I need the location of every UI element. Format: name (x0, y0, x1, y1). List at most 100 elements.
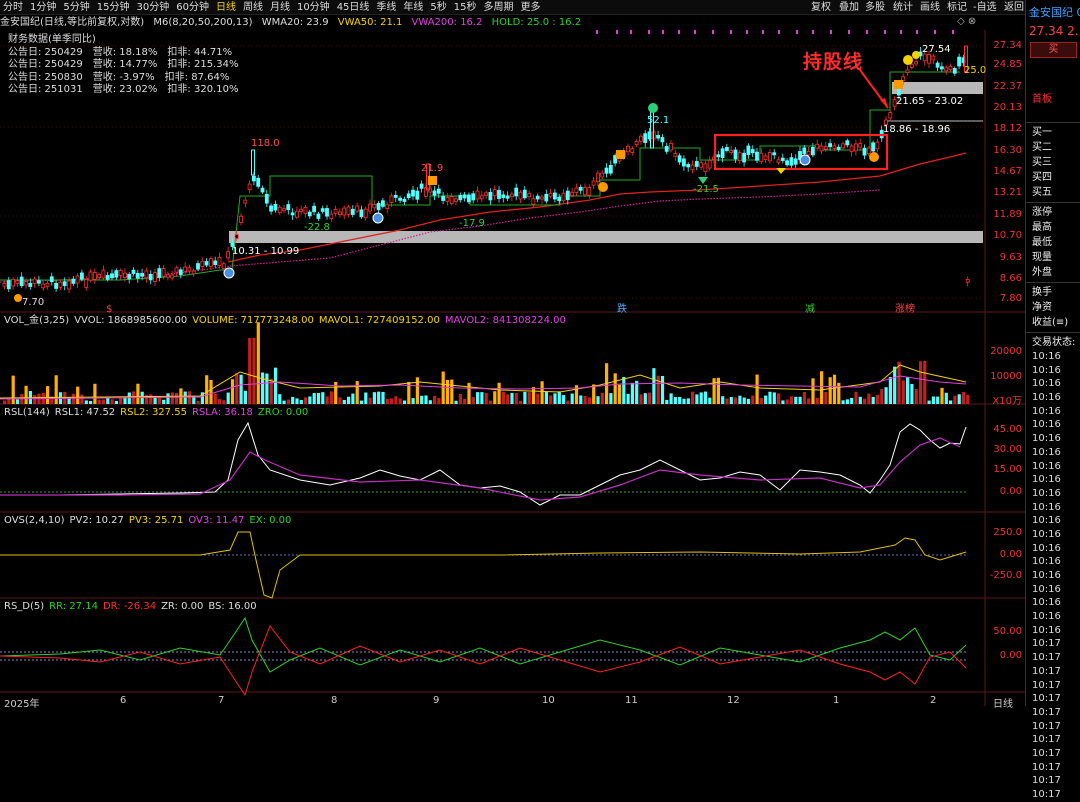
period-tab[interactable]: 季线 (373, 0, 400, 15)
period-tab[interactable]: 月线 (267, 0, 294, 15)
period-tab[interactable]: 1分钟 (27, 0, 60, 15)
candle-body (88, 271, 93, 281)
event-fall[interactable]: 跌 (617, 302, 627, 315)
period-tab[interactable]: 周线 (240, 0, 267, 15)
chart-controls[interactable]: ◇ ⊗ (957, 16, 976, 27)
candle-body (24, 281, 28, 286)
volume-bar (252, 338, 256, 404)
y-tick: 8.66 (999, 273, 1022, 284)
volume-bar (910, 383, 914, 404)
buy-button[interactable]: 买 (1030, 42, 1077, 58)
candle-body (359, 209, 364, 218)
volume-bar (746, 398, 751, 404)
volume-bar (209, 379, 213, 404)
candle-body (957, 56, 961, 67)
candle-body (432, 190, 437, 196)
tick-time: 10:16 (1032, 487, 1061, 499)
event-reduce[interactable]: 减 (805, 303, 815, 315)
volume-bar (729, 397, 733, 404)
quote-stat: 涨停 (1032, 207, 1052, 218)
ma-params[interactable]: M6(8,20,50,200,13) (153, 17, 252, 28)
toolbar-action[interactable]: -自选 (970, 0, 1001, 15)
top-marker (900, 30, 902, 34)
volume-bar (256, 322, 260, 404)
candle-body (337, 211, 342, 215)
top-marker (694, 30, 696, 34)
candle-body (350, 208, 355, 215)
wma20-value: WMA20: 23.9 (261, 17, 329, 28)
toolbar-action[interactable]: 复权 (808, 0, 835, 15)
candle-body (596, 172, 600, 183)
vol-panel-title: VOL_金(3,25) VVOL: 1868985600.00 VOLUME: 71… (4, 315, 566, 326)
toolbar-action[interactable]: 画线 (917, 0, 944, 15)
candle-body (393, 194, 398, 198)
candle-body (178, 269, 183, 275)
x-tick: 2025年 (4, 699, 40, 710)
period-tab[interactable]: 15分钟 (94, 0, 134, 15)
volume-bar (364, 392, 368, 404)
volume-bar (76, 386, 80, 404)
candle-body (634, 141, 639, 145)
volume-bar (923, 360, 927, 404)
volume-bar (802, 392, 806, 404)
candle-body (475, 190, 480, 200)
x-tick: 7 (218, 695, 225, 706)
candle-body (294, 210, 299, 218)
ovs-tick-0: 0.00 (999, 549, 1022, 560)
period-tab[interactable]: 30分钟 (133, 0, 173, 15)
tick-time: 10:16 (1032, 364, 1061, 376)
y-tick: 20.13 (993, 102, 1022, 113)
volume-bar (97, 399, 101, 404)
candle-body (858, 143, 863, 148)
period-tab[interactable]: 5分钟 (60, 0, 93, 15)
toolbar-action[interactable]: 多股 (862, 0, 889, 15)
volume-bar (566, 400, 570, 404)
toolbar-action[interactable]: 统计 (890, 0, 917, 15)
tick-time: 10:17 (1032, 720, 1061, 732)
period-tab[interactable]: 更多 (518, 0, 545, 15)
toolbar-action[interactable]: 返回 (1001, 0, 1028, 15)
candle-body (535, 195, 540, 200)
volume-bar (884, 387, 888, 404)
toolbar-action[interactable]: 标记 (944, 0, 971, 15)
period-tab[interactable]: 年线 (400, 0, 427, 15)
volume-bar (175, 392, 179, 404)
candle-body (922, 53, 927, 62)
volume-bar (355, 381, 359, 404)
period-tab[interactable]: 日线 (213, 0, 240, 15)
rp-stock-name[interactable]: 金安国纪 0 (1026, 0, 1080, 20)
candle-body (587, 187, 592, 196)
period-tab[interactable]: 10分钟 (294, 0, 334, 15)
volume-bar (510, 392, 514, 404)
top-marker (916, 30, 918, 34)
candle-body (832, 145, 837, 149)
volume-bar (953, 395, 957, 404)
period-tab[interactable]: 60分钟 (173, 0, 213, 15)
volume-bar (80, 394, 84, 404)
candle-body (669, 142, 673, 151)
candle-body (699, 162, 703, 168)
candle-body (247, 183, 252, 191)
x-axis-period: 日线 (993, 699, 1013, 710)
period-tab[interactable]: 15秒 (451, 0, 481, 15)
period-tab[interactable]: 多周期 (481, 0, 518, 15)
candle-body (901, 76, 906, 81)
candle-body (372, 204, 377, 209)
candle-body (763, 155, 768, 160)
marker-blue-2 (372, 212, 384, 224)
period-tab[interactable]: 45日线 (334, 0, 374, 15)
candle-body (208, 258, 213, 267)
toolbar-action[interactable]: 叠加 (836, 0, 863, 15)
financial-title: 财务数据(单季同比) (8, 34, 96, 45)
period-tab[interactable]: 分时 (0, 0, 27, 15)
event-limitup[interactable]: 涨榜 (895, 302, 915, 315)
event-dollar[interactable]: $ (106, 304, 112, 315)
period-tab[interactable]: 5秒 (427, 0, 450, 15)
tick-time: 10:17 (1032, 789, 1061, 800)
tick-time: 10:16 (1032, 392, 1061, 404)
candle-body (170, 274, 175, 279)
volume-bar (660, 375, 665, 404)
volume-bar (738, 395, 742, 404)
candle-body (385, 204, 390, 209)
volume-bar (329, 391, 333, 404)
